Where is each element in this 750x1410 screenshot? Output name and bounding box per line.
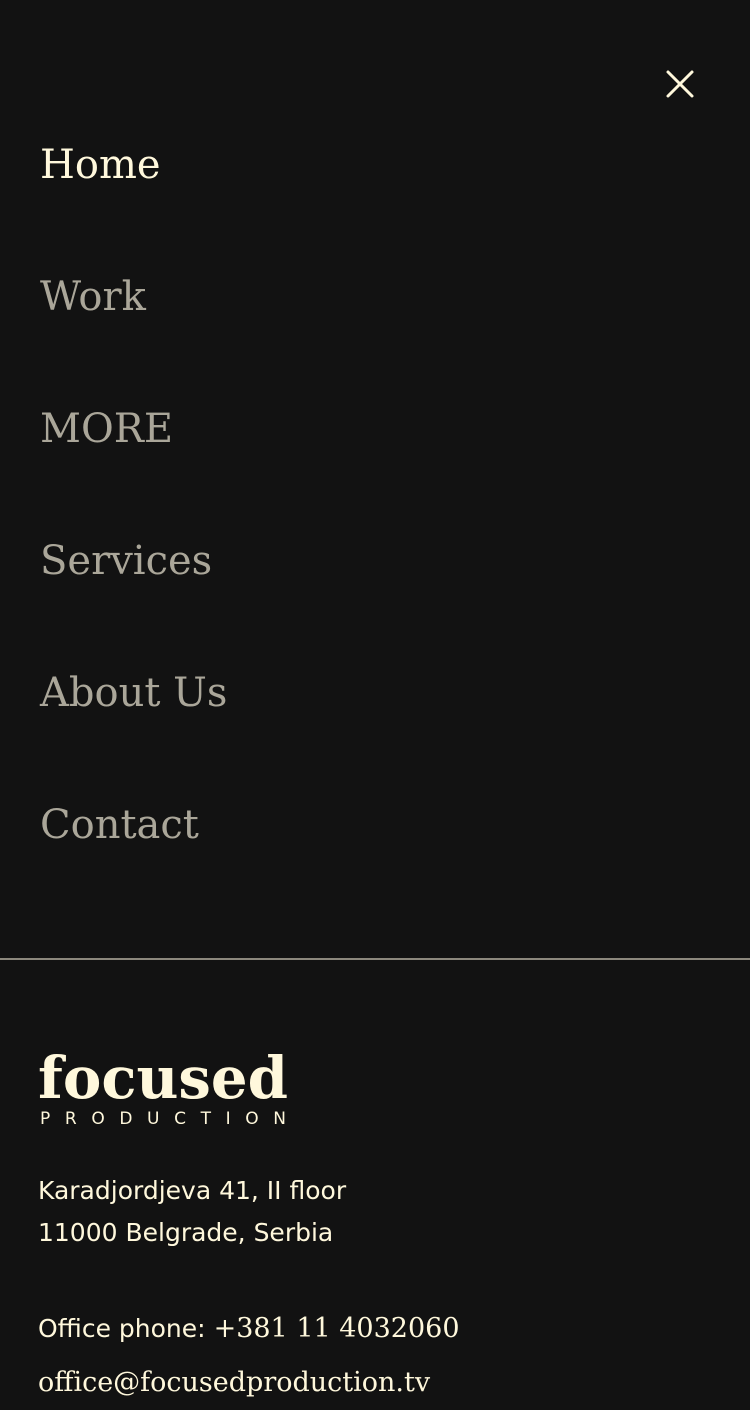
menu-divider [0,958,750,960]
menu-item-work[interactable]: Work [40,267,146,327]
menu-item-about-us[interactable]: About Us [40,663,227,723]
focused-production-logo[interactable]: focused PRODUCTION [38,1044,292,1129]
address-line-city: 11000 Belgrade, Serbia [38,1218,334,1247]
address-line-street: Karadjordjeva 41, II floor [38,1176,347,1205]
close-menu-button[interactable] [660,64,700,104]
menu-item-services[interactable]: Services [40,531,212,591]
close-icon [666,70,694,98]
phone-number-link[interactable]: +381 11 4032060 [214,1313,460,1344]
office-address: Karadjordjeva 41, II floor 11000 Belgrad… [38,1170,346,1254]
email-link[interactable]: office@focusedproduction.tv [38,1360,430,1404]
svg-text:focused: focused [38,1044,288,1112]
office-phone: Office phone: +381 11 4032060 [38,1306,460,1350]
menu-item-contact[interactable]: Contact [40,795,199,855]
phone-label: Office phone: [38,1313,206,1343]
menu-item-home[interactable]: Home [40,135,161,195]
menu-item-more[interactable]: MORE [40,399,173,459]
